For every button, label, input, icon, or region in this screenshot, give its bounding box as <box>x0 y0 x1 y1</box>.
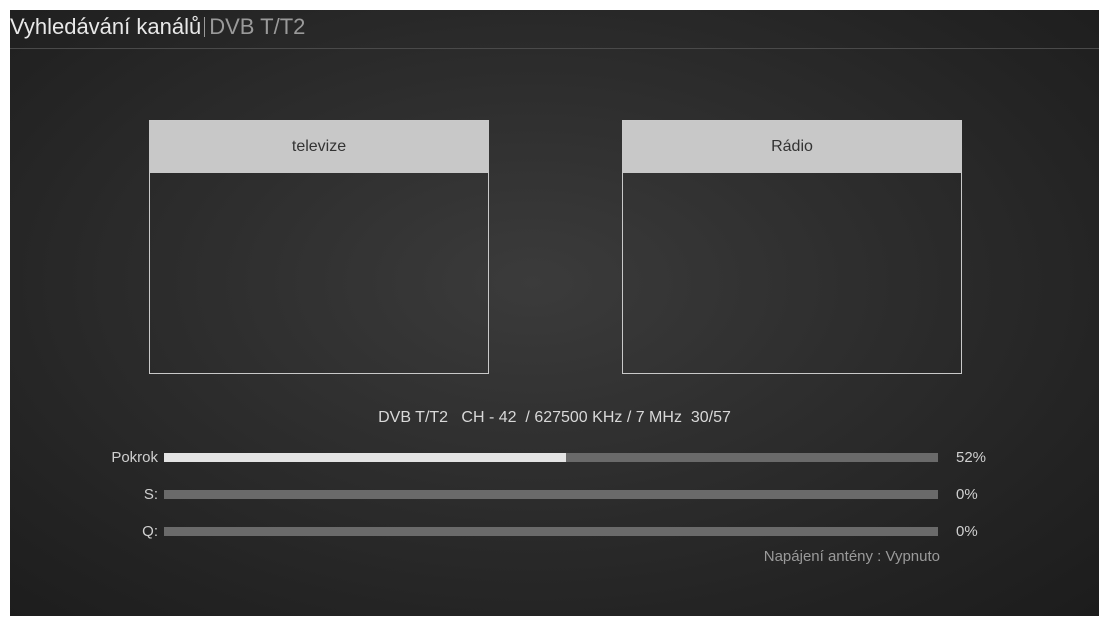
signal-strength-bar <box>164 490 938 499</box>
signal-strength-percent: 0% <box>956 486 978 503</box>
signal-quality-bar <box>164 527 938 536</box>
signal-quality-label: Q: <box>142 523 158 540</box>
progress-bar-fill <box>164 453 567 462</box>
page-subtitle: DVB T/T2 <box>209 14 306 39</box>
signal-strength-row: S: 0% <box>10 484 1099 506</box>
antenna-power-status: Napájení antény : Vypnuto <box>763 548 940 565</box>
radio-channels-panel: Rádio <box>622 120 962 374</box>
tv-channel-list <box>150 173 488 373</box>
radio-channel-list <box>623 173 961 373</box>
signal-quality-percent: 0% <box>956 523 978 540</box>
page-title: Vyhledávání kanálů DVB T/T2 <box>10 14 305 40</box>
radio-panel-header: Rádio <box>623 121 961 173</box>
progress-bar <box>164 453 938 462</box>
tv-panel-header: televize <box>150 121 488 173</box>
header: Vyhledávání kanálů DVB T/T2 <box>10 10 1099 49</box>
signal-strength-label: S: <box>143 486 158 503</box>
progress-row: Pokrok 52% <box>10 447 1099 469</box>
page-title-text: Vyhledávání kanálů <box>10 14 202 39</box>
title-separator <box>204 17 206 37</box>
signal-quality-row: Q: 0% <box>10 521 1099 543</box>
progress-percent: 52% <box>956 449 987 466</box>
scan-status-text: DVB T/T2 CH - 42 / 627500 KHz / 7 MHz 30… <box>378 409 731 426</box>
tv-channels-panel: televize <box>149 120 489 374</box>
progress-label: Pokrok <box>111 449 158 466</box>
channel-scan-screen: Vyhledávání kanálů DVB T/T2 televize Rádi… <box>10 10 1099 616</box>
